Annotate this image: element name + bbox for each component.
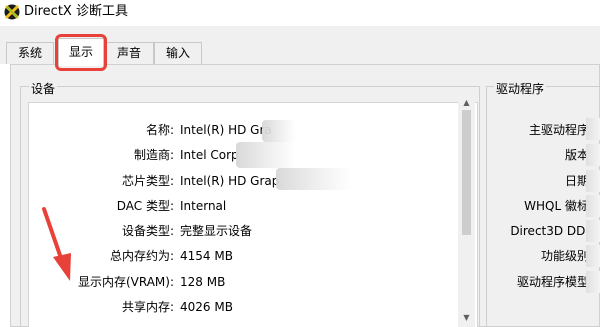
device-value-dac-type: Internal [180, 199, 227, 213]
window-title: DirectX 诊断工具 [24, 4, 128, 19]
device-value-device-type: 完整显示设备 [180, 224, 253, 238]
device-label-vram: 显示内存(VRAM): [77, 275, 174, 289]
redaction-blur [236, 142, 296, 168]
device-value-manufacturer: Intel Corp [180, 148, 239, 162]
tab-system[interactable]: 系统 [6, 42, 54, 64]
device-label-shared-memory: 共享内存: [121, 300, 174, 314]
device-label-manufacturer: 制造商: [133, 148, 174, 162]
annotation-arrow-icon [42, 207, 71, 281]
directx-icon [4, 4, 20, 20]
driver-label-direct3d-ddi: Direct3D DDI: [510, 224, 593, 238]
device-value-name: Intel(R) HD Gra [180, 123, 272, 137]
redaction-blur [586, 195, 600, 217]
redaction-blur [276, 168, 352, 190]
redaction-blur [586, 118, 600, 140]
tab-highlight-box [55, 34, 107, 71]
redaction-blur [586, 170, 600, 192]
redaction-blur [586, 245, 600, 267]
device-value-chip-type: Intel(R) HD Grap [180, 174, 280, 188]
driver-label-driver-model: 驱动程序模型: [516, 275, 593, 289]
device-value-shared-memory: 4026 MB [180, 300, 233, 314]
scroll-up-arrow-icon[interactable]: ▲ [458, 95, 475, 110]
tab-sound[interactable]: 声音 [104, 42, 154, 64]
device-label-dac-type: DAC 类型: [116, 199, 174, 213]
device-label-device-type: 设备类型: [121, 224, 174, 238]
device-value-total-memory: 4154 MB [180, 249, 233, 263]
scroll-thumb[interactable] [462, 110, 471, 235]
device-label-name: 名称: [145, 123, 174, 137]
scroll-down-arrow-icon[interactable]: ▼ [458, 310, 475, 325]
device-group-title: 设备 [29, 80, 58, 97]
driver-label-main-driver: 主驱动程序: [528, 123, 593, 137]
driver-group-title: 驱动程序 [494, 80, 547, 97]
device-value-vram: 128 MB [180, 275, 226, 289]
device-scrollbar[interactable]: ▲ ▼ [458, 95, 475, 327]
driver-label-whql: WHQL 徽标: [524, 199, 593, 213]
redaction-blur [262, 120, 296, 142]
title-bar: DirectX 诊断工具 [0, 0, 600, 26]
tab-input[interactable]: 输入 [154, 42, 202, 64]
redaction-blur [586, 220, 600, 242]
redaction-blur [586, 144, 600, 166]
device-label-total-memory: 总内存约为: [109, 249, 174, 263]
device-label-chip-type: 芯片类型: [121, 174, 174, 188]
redaction-blur [586, 271, 600, 293]
